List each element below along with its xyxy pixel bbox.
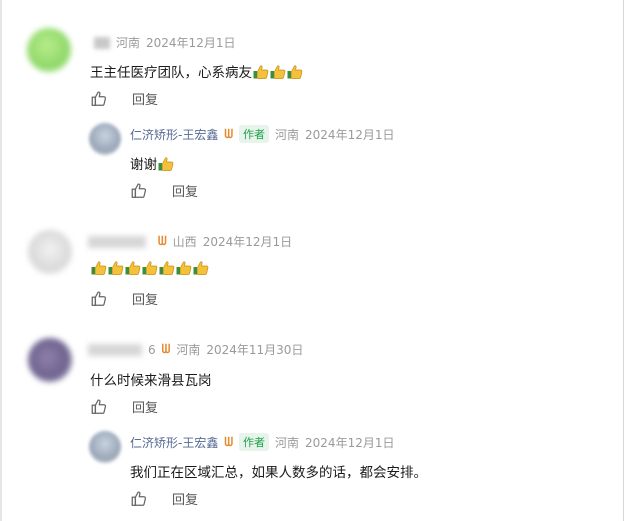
reply-button[interactable]: 回复 — [172, 181, 198, 200]
avatar[interactable] — [89, 431, 121, 463]
comment-text — [90, 261, 209, 277]
reply-actions: 回复 — [130, 489, 198, 508]
thumbs-up-emojis — [90, 261, 209, 277]
reply-button[interactable]: 回复 — [172, 489, 198, 508]
author-badge: 作者 — [239, 433, 270, 451]
thumbs-up-emoji-icon — [158, 157, 174, 171]
blurred-name-placeholder — [88, 343, 142, 356]
w-badge-icon: ᗯ — [224, 126, 234, 141]
comment-text: 什么时候来滑县瓦岗 — [90, 369, 212, 389]
reply-text: 我们正在区域汇总，如果人数多的话，都会安排。 — [130, 461, 427, 481]
avatar[interactable] — [27, 28, 71, 72]
thumbs-up-emoji-icon — [91, 261, 107, 275]
thumbs-up-emoji-icon — [253, 65, 269, 79]
region: 山西 — [172, 235, 197, 249]
region: 河南 — [176, 343, 201, 357]
user-name[interactable]: 6 — [148, 343, 156, 357]
w-badge-icon: ᗯ — [158, 234, 167, 248]
reply-meta: 仁济矫形-王宏鑫 ᗯ 作者 河南 2024年12月1日 — [130, 125, 394, 143]
thumbs-up-emoji-icon — [270, 65, 286, 79]
blurred-name-placeholder — [88, 235, 146, 248]
right-border — [623, 0, 624, 521]
date: 2024年12月1日 — [202, 235, 293, 249]
comment-meta: ᗯ 山西 2024年12月1日 — [88, 233, 292, 250]
reply-actions: 回复 — [130, 181, 198, 200]
comment-meta: 河南 2024年12月1日 — [88, 34, 235, 51]
reply-button[interactable]: 回复 — [132, 289, 158, 308]
region: 河南 — [275, 127, 300, 142]
user-name[interactable]: 仁济矫形-王宏鑫 — [130, 126, 218, 143]
comment-text: 王主任医疗团队，心系病友 — [90, 61, 303, 81]
reply-button[interactable]: 回复 — [132, 89, 158, 108]
avatar[interactable] — [28, 338, 72, 382]
like-icon[interactable] — [130, 490, 148, 508]
reply-meta: 仁济矫形-王宏鑫 ᗯ 作者 河南 2024年12月1日 — [130, 433, 394, 451]
reply-text: 谢谢 — [130, 153, 174, 173]
left-border — [0, 0, 2, 521]
date: 2024年11月30日 — [206, 343, 304, 357]
like-icon[interactable] — [90, 398, 108, 416]
avatar[interactable] — [28, 230, 72, 274]
avatar[interactable] — [89, 123, 121, 155]
w-badge-icon: ᗯ — [161, 342, 171, 356]
blurred-name-placeholder — [94, 36, 110, 49]
thumbs-up-emojis — [157, 157, 174, 173]
thumbs-up-emoji-icon — [159, 261, 175, 275]
thumbs-up-emoji-icon — [287, 65, 303, 79]
reply-button[interactable]: 回复 — [132, 397, 158, 416]
reply-text-body: 谢谢 — [130, 157, 157, 173]
like-icon[interactable] — [130, 182, 148, 200]
reply-text-body: 我们正在区域汇总，如果人数多的话，都会安排。 — [130, 465, 427, 481]
thumbs-up-emoji-icon — [193, 261, 209, 275]
date: 2024年12月1日 — [305, 435, 395, 450]
comment-meta: 6 ᗯ 河南 2024年11月30日 — [88, 341, 303, 358]
region: 河南 — [275, 435, 300, 450]
w-badge-icon: ᗯ — [224, 434, 234, 449]
like-icon[interactable] — [90, 290, 108, 308]
date: 2024年12月1日 — [146, 36, 236, 50]
like-icon[interactable] — [90, 90, 108, 108]
comment-actions: 回复 — [90, 89, 158, 108]
comment-actions: 回复 — [90, 397, 158, 416]
author-badge: 作者 — [239, 125, 270, 143]
thumbs-up-emoji-icon — [108, 261, 124, 275]
comment-actions: 回复 — [90, 289, 158, 308]
comment-text-body: 王主任医疗团队，心系病友 — [90, 65, 252, 81]
thumbs-up-emoji-icon — [142, 261, 158, 275]
user-name[interactable]: 仁济矫形-王宏鑫 — [130, 434, 218, 451]
thumbs-up-emoji-icon — [125, 261, 141, 275]
thumbs-up-emoji-icon — [176, 261, 192, 275]
comment-text-body: 什么时候来滑县瓦岗 — [90, 373, 212, 389]
thumbs-up-emojis — [252, 65, 303, 81]
date: 2024年12月1日 — [305, 127, 395, 142]
region: 河南 — [116, 36, 141, 50]
